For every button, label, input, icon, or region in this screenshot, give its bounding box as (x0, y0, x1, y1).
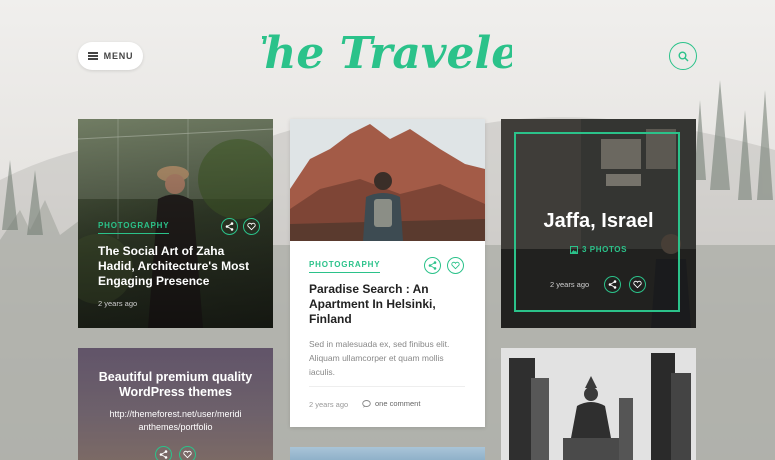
promo-title: Beautiful premium quality WordPress them… (98, 370, 253, 399)
comments-link[interactable]: one comment (362, 399, 420, 408)
hamburger-icon (87, 52, 98, 60)
post-title[interactable]: Paradise Search : An Apartment In Helsin… (309, 282, 469, 327)
post-date: 2 years ago (550, 280, 590, 289)
like-button[interactable] (447, 257, 464, 274)
promo-card[interactable]: Beautiful premium quality WordPress them… (78, 348, 273, 460)
share-icon (159, 450, 168, 459)
share-button[interactable] (424, 257, 441, 274)
heart-icon (183, 450, 192, 459)
promo-link[interactable]: http://themeforest.net/user/meridianthem… (108, 408, 243, 434)
heart-icon (247, 222, 256, 231)
post-title[interactable]: The Social Art of Zaha Hadid, Architectu… (98, 244, 258, 289)
share-icon (225, 222, 234, 231)
comment-count: one comment (375, 399, 421, 408)
gallery-title[interactable]: Jaffa, Israel (501, 210, 696, 233)
site-logo[interactable]: The Traveler (262, 14, 512, 90)
heart-icon (451, 261, 460, 270)
photo-count: 3 PHOTOS (501, 245, 696, 254)
post-date: 2 years ago (309, 400, 349, 409)
logo-text: The Traveler (262, 28, 512, 79)
like-button[interactable] (179, 446, 196, 460)
post-card-temple[interactable] (501, 348, 696, 460)
card-overlay (78, 348, 273, 460)
search-button[interactable] (669, 42, 697, 70)
share-icon (428, 261, 437, 270)
share-button[interactable] (604, 276, 621, 293)
menu-label: MENU (103, 51, 134, 61)
post-date: 2 years ago (98, 299, 138, 308)
post-card-zaha[interactable]: PHOTOGRAPHY The Social Art of Zaha Hadid… (78, 119, 273, 328)
post-category[interactable]: PHOTOGRAPHY (98, 221, 170, 234)
share-icon (608, 280, 617, 289)
share-button[interactable] (155, 446, 172, 460)
share-button[interactable] (221, 218, 238, 235)
post-card-paradise[interactable]: PHOTOGRAPHY Paradise Search : An Apartme… (290, 119, 485, 427)
comment-icon (362, 399, 371, 408)
like-button[interactable] (629, 276, 646, 293)
card-image (501, 348, 696, 460)
post-excerpt: Sed in malesuada ex, sed finibus elit. A… (309, 339, 450, 377)
divider (309, 386, 465, 387)
post-category[interactable]: PHOTOGRAPHY (309, 260, 381, 273)
menu-button[interactable]: MENU (78, 42, 143, 70)
search-icon (678, 51, 688, 61)
like-button[interactable] (243, 218, 260, 235)
gallery-card-jaffa[interactable]: Jaffa, Israel 3 PHOTOS 2 years ago (501, 119, 696, 328)
post-card-peek[interactable] (290, 447, 485, 460)
image-icon (569, 245, 578, 254)
card-image (290, 119, 485, 241)
heart-icon (633, 280, 642, 289)
